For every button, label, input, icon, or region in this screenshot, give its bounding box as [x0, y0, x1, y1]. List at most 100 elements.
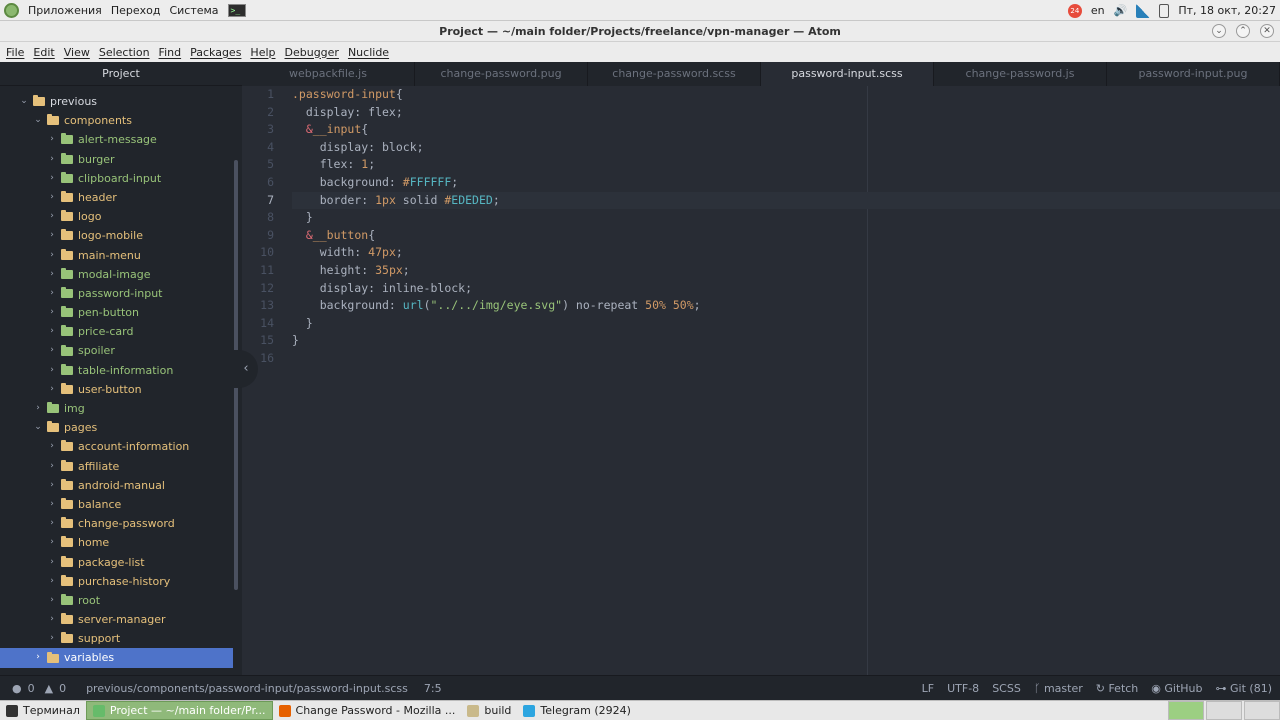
tree-item[interactable]: › spoiler: [0, 341, 233, 360]
tree-item[interactable]: › pen-button: [0, 303, 233, 322]
code-line[interactable]: [292, 350, 1280, 368]
minimize-button[interactable]: ⌄: [1212, 24, 1226, 38]
tree-item[interactable]: › variables: [0, 648, 233, 668]
editor-tab[interactable]: change-password.scss: [588, 62, 761, 86]
chevron-right-icon[interactable]: ›: [32, 648, 44, 667]
taskbar-item[interactable]: Change Password - Mozilla ...: [273, 701, 462, 720]
menu-selection[interactable]: Selection: [99, 46, 150, 59]
taskbar-item[interactable]: Telegram (2924): [517, 701, 636, 720]
menu-nuclide[interactable]: Nuclide: [348, 46, 389, 59]
tree-item[interactable]: › server-manager: [0, 610, 233, 629]
network-icon[interactable]: [1136, 3, 1151, 18]
tree-item[interactable]: › change-password: [0, 514, 233, 533]
chevron-right-icon[interactable]: ›: [46, 207, 58, 226]
maximize-button[interactable]: ⌃: [1236, 24, 1250, 38]
tree-item[interactable]: › android-manual: [0, 476, 233, 495]
taskbar-item[interactable]: Терминал: [0, 701, 86, 720]
tree-item[interactable]: › burger: [0, 150, 233, 169]
chevron-right-icon[interactable]: ›: [46, 246, 58, 265]
volume-icon[interactable]: 🔊: [1114, 4, 1128, 17]
tree-item[interactable]: › affiliate: [0, 457, 233, 476]
chevron-right-icon[interactable]: ›: [46, 226, 58, 245]
code-line[interactable]: &__button{: [292, 227, 1280, 245]
taskbar-item[interactable]: Project — ~/main folder/Pr...: [85, 701, 273, 720]
chevron-right-icon[interactable]: ›: [46, 361, 58, 380]
code-line[interactable]: .password-input{: [292, 86, 1280, 104]
file-path[interactable]: previous/components/password-input/passw…: [86, 682, 408, 695]
chevron-down-icon[interactable]: ⌄: [18, 92, 30, 111]
tree-item[interactable]: › purchase-history: [0, 572, 233, 591]
tree-item[interactable]: ⌄ components: [0, 111, 233, 130]
code-line[interactable]: &__input{: [292, 121, 1280, 139]
cursor-position[interactable]: 7:5: [424, 682, 442, 695]
menu-applications[interactable]: Приложения: [28, 4, 102, 17]
git-branch[interactable]: ᚴ master: [1034, 682, 1083, 695]
git-panel-toggle[interactable]: ⊶ Git (81): [1216, 682, 1272, 695]
chevron-right-icon[interactable]: ›: [46, 380, 58, 399]
tree-item[interactable]: › password-input: [0, 284, 233, 303]
warning-count[interactable]: 0: [59, 682, 66, 695]
tree-item[interactable]: › root: [0, 591, 233, 610]
tree-item[interactable]: › logo-mobile: [0, 226, 233, 245]
editor-tab[interactable]: change-password.js: [934, 62, 1107, 86]
tree-item[interactable]: ⌄ previous: [0, 92, 233, 111]
chevron-right-icon[interactable]: ›: [46, 150, 58, 169]
error-count[interactable]: 0: [28, 682, 35, 695]
close-button[interactable]: ✕: [1260, 24, 1274, 38]
tree-item[interactable]: › main-menu: [0, 246, 233, 265]
tree-item[interactable]: › table-information: [0, 361, 233, 380]
chevron-right-icon[interactable]: ›: [46, 476, 58, 495]
code-line[interactable]: }: [292, 332, 1280, 350]
chevron-down-icon[interactable]: ⌄: [32, 111, 44, 130]
tree-item[interactable]: ⌄ pages: [0, 418, 233, 437]
tree-item[interactable]: › package-list: [0, 553, 233, 572]
menu-help[interactable]: Help: [250, 46, 275, 59]
workspace-2[interactable]: [1206, 701, 1242, 720]
tree-item[interactable]: › logo: [0, 207, 233, 226]
code-line[interactable]: display: block;: [292, 139, 1280, 157]
chevron-right-icon[interactable]: ›: [46, 341, 58, 360]
chevron-right-icon[interactable]: ›: [46, 130, 58, 149]
chevron-right-icon[interactable]: ›: [46, 514, 58, 533]
line-ending[interactable]: LF: [922, 682, 934, 695]
tree-item[interactable]: › price-card: [0, 322, 233, 341]
github-panel-toggle[interactable]: ◉ GitHub: [1151, 682, 1202, 695]
code-line[interactable]: background: #FFFFFF;: [292, 174, 1280, 192]
clock[interactable]: Пт, 18 окт, 20:27: [1178, 4, 1276, 17]
tree-item[interactable]: › support: [0, 629, 233, 648]
chevron-right-icon[interactable]: ›: [46, 572, 58, 591]
tree-item[interactable]: › header: [0, 188, 233, 207]
menu-edit[interactable]: Edit: [33, 46, 54, 59]
editor-tab[interactable]: webpackfile.js: [242, 62, 415, 86]
code-line[interactable]: flex: 1;: [292, 156, 1280, 174]
code-line[interactable]: display: flex;: [292, 104, 1280, 122]
tree-item[interactable]: › balance: [0, 495, 233, 514]
code-line[interactable]: height: 35px;: [292, 262, 1280, 280]
chevron-right-icon[interactable]: ›: [46, 284, 58, 303]
git-fetch[interactable]: ↻ Fetch: [1096, 682, 1139, 695]
chevron-right-icon[interactable]: ›: [46, 591, 58, 610]
tree-item[interactable]: › clipboard-input: [0, 169, 233, 188]
tree-item[interactable]: › home: [0, 533, 233, 552]
code-line[interactable]: border: 1px solid #EDEDED;: [292, 191, 1280, 210]
chevron-right-icon[interactable]: ›: [32, 399, 44, 418]
menu-find[interactable]: Find: [159, 46, 182, 59]
chevron-right-icon[interactable]: ›: [46, 322, 58, 341]
code-editor[interactable]: 1 2 3 4 5 6 7 8 9 10 11 12 13 14 15 16 .password-input{…: [242, 86, 1280, 675]
error-icon[interactable]: ●: [12, 682, 22, 695]
chevron-right-icon[interactable]: ›: [46, 457, 58, 476]
chevron-right-icon[interactable]: ›: [46, 495, 58, 514]
tree-item[interactable]: › account-information: [0, 437, 233, 456]
chevron-right-icon[interactable]: ›: [46, 553, 58, 572]
tree-item[interactable]: › user-button: [0, 380, 233, 399]
notification-badge[interactable]: 24: [1067, 3, 1082, 18]
chevron-right-icon[interactable]: ›: [46, 169, 58, 188]
grammar[interactable]: SCSS: [992, 682, 1021, 695]
tree-item[interactable]: › img: [0, 399, 233, 418]
battery-icon[interactable]: [1159, 3, 1170, 18]
encoding[interactable]: UTF-8: [947, 682, 979, 695]
chevron-down-icon[interactable]: ⌄: [32, 418, 44, 437]
menu-packages[interactable]: Packages: [190, 46, 241, 59]
code-lines[interactable]: .password-input{ display: flex; &__input…: [292, 86, 1280, 368]
workspace-3[interactable]: [1244, 701, 1280, 720]
